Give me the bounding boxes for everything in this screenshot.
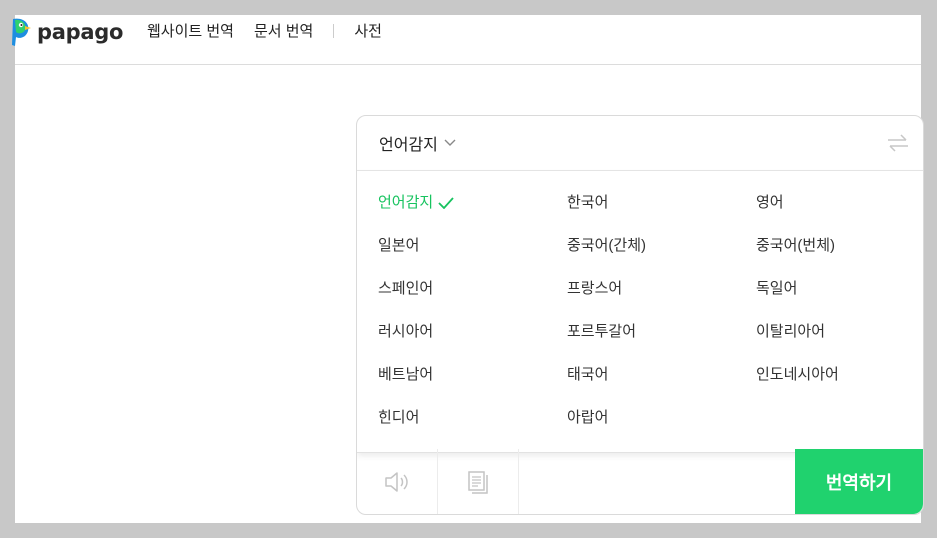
language-option[interactable]: 독일어 [756, 279, 916, 299]
source-language-select[interactable]: 언어감지 [379, 131, 456, 155]
logo-text: papago [37, 20, 124, 44]
translator-panel: 언어감지 언어감지 한국어 영어 일본어 중국어(간체) 중국어(번체) 스페인어 프랑스어 독… [356, 115, 924, 515]
language-option-selected[interactable]: 언어감지 [378, 193, 567, 213]
language-option-label: 인도네시아어 [756, 366, 839, 383]
header: papago 웹사이트 번역 문서 번역 사전 [12, 15, 921, 65]
language-option-label: 힌디어 [378, 409, 420, 426]
page: papago 웹사이트 번역 문서 번역 사전 언어감지 언어감지 한국어 영어 일본… [12, 15, 924, 523]
document-icon [468, 470, 488, 494]
source-language-bar: 언어감지 [357, 116, 923, 171]
language-option[interactable]: 인도네시아어 [756, 365, 916, 385]
language-option-label: 이탈리아어 [756, 323, 826, 340]
language-option[interactable]: 베트남어 [378, 365, 567, 385]
language-option[interactable]: 아랍어 [567, 408, 756, 428]
language-option-label: 중국어(번체) [756, 237, 835, 254]
language-option-label: 베트남어 [378, 366, 434, 383]
translate-button[interactable]: 번역하기 [795, 449, 923, 514]
language-option[interactable]: 러시아어 [378, 322, 567, 342]
language-option[interactable]: 중국어(번체) [756, 236, 916, 256]
language-option[interactable]: 이탈리아어 [756, 322, 916, 342]
papago-logo[interactable]: papago [9, 17, 123, 47]
top-nav: 웹사이트 번역 문서 번역 사전 [147, 20, 402, 41]
swap-icon[interactable] [887, 134, 909, 152]
language-option-label: 한국어 [567, 194, 609, 211]
language-option-label: 태국어 [567, 366, 609, 383]
nav-website-translate[interactable]: 웹사이트 번역 [147, 20, 234, 41]
language-dropdown: 언어감지 한국어 영어일본어 중국어(간체) 중국어(번체) 스페인어 프랑스어 독일어러시아… [357, 171, 923, 453]
language-option-empty [756, 408, 916, 428]
language-option-label: 영어 [756, 194, 784, 211]
language-option-label: 러시아어 [378, 323, 434, 340]
language-option-label: 프랑스어 [567, 280, 623, 297]
papago-logo-icon [12, 18, 31, 46]
language-option[interactable]: 중국어(간체) [567, 236, 756, 256]
nav-divider [333, 23, 335, 38]
speaker-icon [385, 471, 408, 492]
language-option[interactable]: 한국어 [567, 193, 756, 213]
language-option-label: 아랍어 [567, 409, 609, 426]
document-button[interactable] [438, 449, 519, 514]
language-option[interactable]: 태국어 [567, 365, 756, 385]
language-option[interactable]: 영어 [756, 193, 916, 213]
nav-dictionary[interactable]: 사전 [354, 20, 382, 41]
source-language-label: 언어감지 [379, 137, 438, 154]
chevron-down-icon [444, 139, 456, 146]
language-option[interactable]: 스페인어 [378, 279, 567, 299]
nav-document-translate[interactable]: 문서 번역 [254, 20, 313, 41]
language-option[interactable]: 포르투갈어 [567, 322, 756, 342]
language-option-label: 독일어 [756, 280, 798, 297]
panel-toolbar: 번역하기 [357, 449, 923, 514]
language-option-label: 스페인어 [378, 280, 434, 297]
language-option-label: 언어감지 [378, 194, 434, 211]
language-option[interactable]: 일본어 [378, 236, 567, 256]
speaker-button[interactable] [357, 449, 438, 514]
language-option-label: 중국어(간체) [567, 237, 646, 254]
language-option-label: 포르투갈어 [567, 323, 637, 340]
language-grid: 언어감지 한국어 영어일본어 중국어(간체) 중국어(번체) 스페인어 프랑스어 독일어러시아… [357, 171, 923, 428]
checkmark-icon [438, 197, 454, 209]
language-option-label: 일본어 [378, 237, 420, 254]
language-option[interactable]: 힌디어 [378, 408, 567, 428]
language-option[interactable]: 프랑스어 [567, 279, 756, 299]
